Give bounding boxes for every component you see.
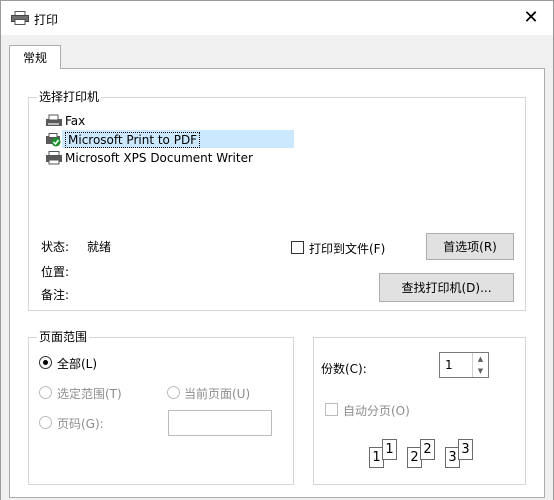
window-title: 打印 [34, 13, 59, 27]
status-value: 就绪 [87, 240, 112, 254]
all-pages-label: 全部(L) [57, 357, 98, 371]
print-dialog: 打印 ✕ 常规 选择打印机 Fax Microsoft Print to PDF [0, 0, 554, 500]
all-pages-radio[interactable] [39, 356, 52, 369]
current-page-label: 当前页面(U) [184, 387, 251, 401]
pages-label: 页码(G): [57, 417, 104, 431]
current-page-radio[interactable] [167, 386, 180, 399]
collate-page: 1 [382, 439, 397, 460]
copies-stepper[interactable]: 1 ▲ ▼ [439, 352, 489, 378]
page-range-label: 页面范围 [37, 330, 90, 344]
close-icon: ✕ [523, 6, 539, 28]
preferences-button-label: 首选项(R) [443, 240, 497, 254]
find-printer-button[interactable]: 查找打印机(D)... [379, 273, 514, 302]
printer-icon [46, 151, 62, 165]
status-label: 状态: [41, 240, 70, 254]
copies-label: 份数(C): [321, 362, 367, 376]
stepper-arrows: ▲ ▼ [472, 353, 488, 377]
printer-name: Microsoft XPS Document Writer [65, 151, 253, 165]
printer-name: Microsoft Print to PDF [65, 132, 201, 148]
tab-label: 常规 [22, 51, 47, 65]
selection-label: 选定范围(T) [57, 387, 122, 401]
print-to-file-checkbox[interactable] [291, 241, 304, 254]
collate-page: 2 [420, 439, 435, 460]
comment-label: 备注: [41, 288, 70, 302]
spin-up-icon[interactable]: ▲ [473, 353, 488, 365]
printer-item-microsoft-print-to-pdf[interactable]: Microsoft Print to PDF [45, 131, 201, 149]
pages-input[interactable] [168, 410, 272, 436]
collate-label: 自动分页(O) [343, 404, 410, 418]
default-printer-check-icon [46, 133, 61, 147]
close-button[interactable]: ✕ [509, 1, 553, 33]
location-label: 位置: [41, 265, 70, 279]
printer-item-fax[interactable]: Fax [45, 112, 85, 130]
printer-icon [11, 11, 29, 25]
printer-item-microsoft-xps-document-writer[interactable]: Microsoft XPS Document Writer [45, 149, 253, 167]
fax-icon [46, 114, 62, 126]
find-printer-button-label: 查找打印机(D)... [401, 281, 492, 295]
selection-radio[interactable] [39, 386, 52, 399]
copies-value: 1 [445, 358, 453, 372]
collate-preview-icon: 1 1 2 2 3 3 [369, 433, 479, 469]
title-bar: 打印 ✕ [1, 1, 553, 35]
printer-name: Fax [65, 114, 86, 128]
tab-general[interactable]: 常规 [9, 45, 61, 69]
collate-page: 3 [458, 439, 473, 460]
print-to-file-label: 打印到文件(F) [309, 242, 386, 256]
spin-down-icon[interactable]: ▼ [473, 365, 488, 377]
pages-radio[interactable] [39, 416, 52, 429]
preferences-button[interactable]: 首选项(R) [426, 233, 514, 260]
collate-checkbox[interactable] [325, 403, 338, 416]
select-printer-label: 选择打印机 [37, 90, 102, 104]
